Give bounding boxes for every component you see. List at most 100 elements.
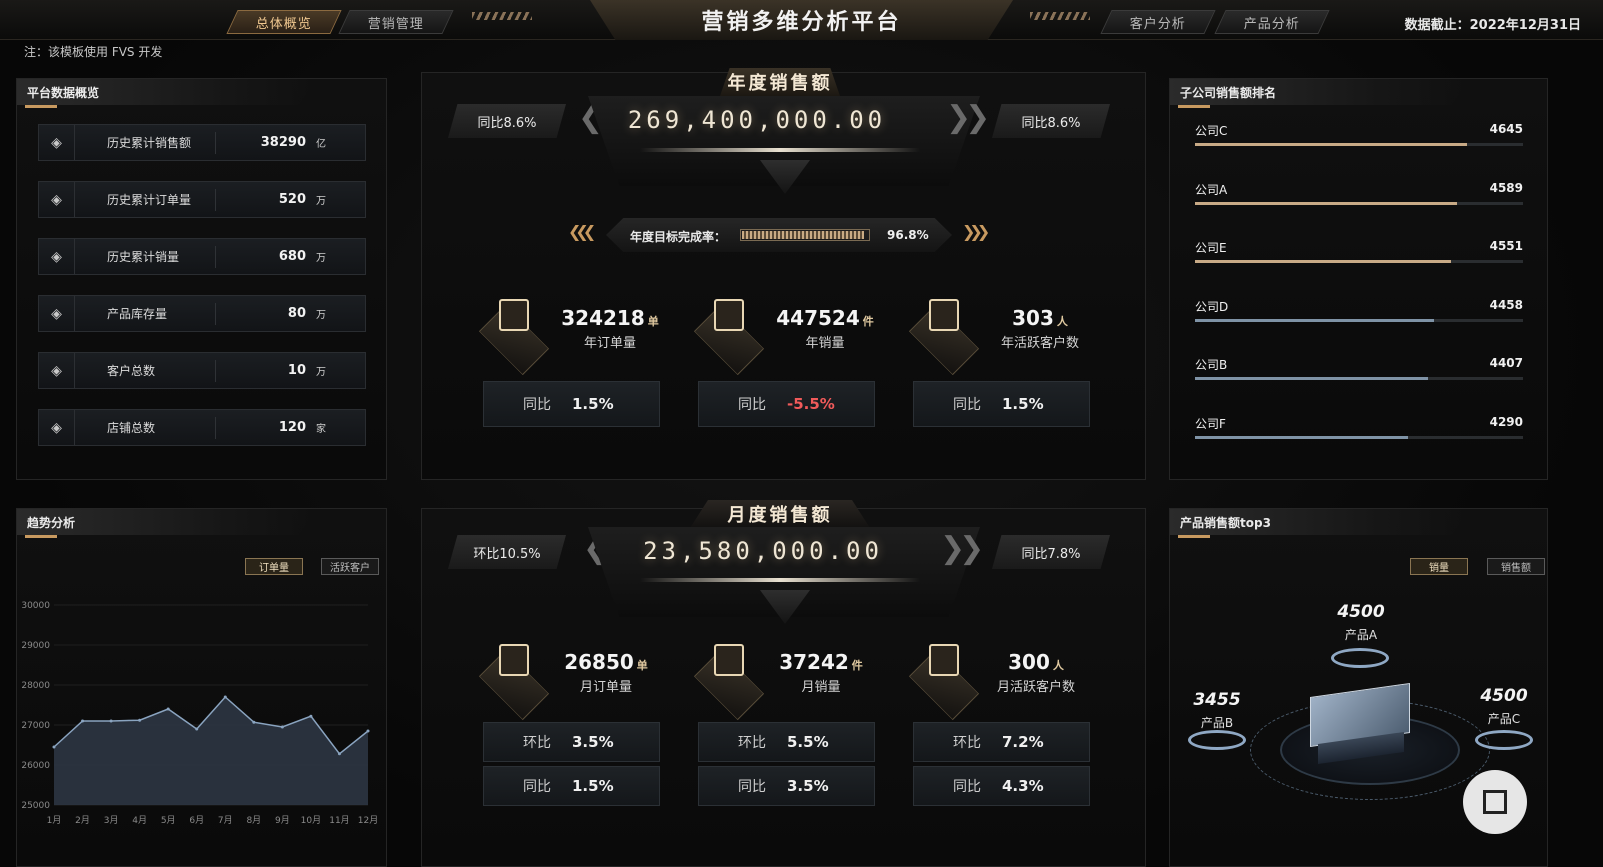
- yoy-value: 1.5%: [572, 777, 614, 795]
- annual-amount: 269,400,000.00: [627, 106, 887, 134]
- yoy-label: 同比: [738, 779, 766, 795]
- rank-value: 4645: [1489, 122, 1523, 136]
- kpi-label: 年活跃客户数: [1000, 336, 1079, 351]
- data-point: [252, 720, 256, 724]
- overview-value: 38290: [260, 135, 306, 150]
- kpi-block: 300 人 月活跃客户数: [975, 650, 1097, 695]
- orders-toggle-button[interactable]: 订单量: [245, 558, 303, 575]
- glow-line: [640, 578, 920, 582]
- monthly-title: 月度销售额: [727, 505, 833, 526]
- fullscreen-button[interactable]: [1463, 770, 1527, 834]
- product-b-name: 产品B: [1200, 716, 1234, 730]
- trend-chart: 30000 29000 28000 27000 26000 25000 1月 2月 3月 4月 5月…: [21, 601, 378, 826]
- product-b-value: 3455: [1193, 690, 1241, 710]
- sales-toggle-button[interactable]: 销售额: [1487, 558, 1545, 575]
- kpi-block: 324218 单 年订单量: [545, 306, 675, 351]
- kpi-mom: 环比 7.2%: [913, 722, 1090, 762]
- rank-bar: [1195, 377, 1428, 380]
- kpi-value: 324218: [561, 306, 645, 330]
- tab-overview[interactable]: 总体概览: [226, 10, 342, 34]
- overview-row: ◈ 产品库存量 80 万: [38, 295, 366, 332]
- overview-label: 历史累计订单量: [107, 193, 192, 207]
- kpi-compare: 同比 1.5%: [913, 381, 1090, 427]
- mom-label: 环比: [738, 735, 766, 751]
- mom-value: 3.5%: [572, 733, 614, 751]
- yoy-label: 同比: [953, 779, 981, 795]
- rank-item: 公司F 4290: [1195, 415, 1523, 439]
- rank-item: 公司A 4589: [1195, 181, 1523, 205]
- title-underline: [1178, 105, 1210, 108]
- rank-item: 公司E 4551: [1195, 239, 1523, 263]
- overview-value: 10: [287, 363, 306, 378]
- panel-title: 子公司销售额排名: [1170, 79, 1470, 105]
- chevron-right-icon: ❯❯: [946, 100, 990, 135]
- user-add-icon: [908, 295, 980, 376]
- mom-label: 环比: [523, 735, 551, 751]
- rank-name: 公司A: [1195, 182, 1228, 197]
- volume-toggle-button[interactable]: 销量: [1410, 558, 1468, 575]
- y-tick-label: 25000: [21, 801, 50, 811]
- data-point: [337, 752, 341, 756]
- date-value: 2022年12月31日: [1469, 18, 1581, 33]
- overview-label: 历史累计销量: [107, 250, 180, 264]
- rank-bar: [1195, 318, 1435, 322]
- title-underline: [25, 535, 57, 538]
- yoy-value: 3.5%: [787, 777, 829, 795]
- annual-title-box: 年度销售额: [720, 68, 840, 96]
- x-tick-label: 11月: [329, 815, 349, 826]
- rank-item: 公司C 4645: [1195, 122, 1523, 146]
- mom-value: 5.5%: [787, 733, 829, 751]
- annual-right-pill: 同比8.6%: [992, 104, 1110, 138]
- product-a-name: 产品A: [1344, 628, 1378, 642]
- y-tick-label: 27000: [21, 721, 50, 731]
- dev-note: 注：该模板使用 FVS 开发: [24, 45, 163, 59]
- active-customers-toggle-button[interactable]: 活跃客户: [321, 558, 379, 575]
- data-point: [366, 729, 370, 733]
- kpi-mom: 环比 5.5%: [698, 722, 875, 762]
- rank-name: 公司B: [1195, 358, 1228, 372]
- x-tick-label: 1月: [47, 815, 62, 826]
- target-label: 年度目标完成率：: [630, 230, 727, 244]
- kpi-block: 26850 单 月订单量: [545, 650, 667, 695]
- doc-icon: [478, 640, 550, 721]
- tab-customer[interactable]: 客户分析: [1100, 10, 1216, 34]
- overview-row: ◈ 历史累计销量 680 万: [38, 238, 366, 275]
- diamond-icon: ◈: [39, 239, 75, 274]
- product-a-value: 4500: [1337, 602, 1385, 622]
- yoy-label: 同比: [523, 779, 551, 795]
- kpi-label: 月订单量: [579, 680, 632, 695]
- fullscreen-icon: [1483, 790, 1507, 814]
- yoy-value: 4.3%: [1002, 777, 1044, 795]
- rank-item: 公司D 4458: [1195, 298, 1523, 322]
- rank-name: 公司D: [1195, 299, 1229, 314]
- rank-value: 4589: [1489, 180, 1523, 195]
- tab-label: 营销管理: [367, 16, 424, 32]
- kpi-yoy: 同比 4.3%: [913, 766, 1090, 806]
- overview-value: 120: [278, 420, 306, 435]
- title-text: 营销多维分析平台: [701, 10, 902, 35]
- kpi-label: 年订单量: [583, 336, 636, 351]
- monthly-left-pill: 环比10.5%: [448, 535, 566, 569]
- x-tick-label: 4月: [132, 815, 147, 826]
- kpi-unit: 人: [1056, 315, 1068, 328]
- tab-label: 总体概览: [255, 16, 312, 32]
- kpi-block: 303 人 年活跃客户数: [975, 306, 1105, 351]
- rank-track: [1195, 318, 1523, 322]
- kpi-yoy: 同比 3.5%: [698, 766, 875, 806]
- rank-track: [1195, 260, 1523, 263]
- overview-label: 历史累计销售额: [107, 136, 192, 150]
- annual-title: 年度销售额: [727, 73, 833, 94]
- panel-title: 平台数据概览: [17, 79, 317, 105]
- kpi-unit: 人: [1052, 659, 1064, 672]
- tab-marketing[interactable]: 营销管理: [338, 10, 454, 34]
- tab-product[interactable]: 产品分析: [1214, 10, 1330, 34]
- product-c-name: 产品C: [1487, 712, 1521, 726]
- panel-title: 产品销售额top3: [1170, 509, 1470, 535]
- kpi-value: 300: [1008, 650, 1050, 674]
- kpi-unit: 件: [851, 659, 863, 672]
- overview-unit: 万: [316, 196, 326, 207]
- rank-bar: [1195, 435, 1409, 439]
- y-tick-label: 30000: [21, 601, 50, 611]
- data-point: [280, 725, 284, 729]
- rank-track: [1195, 435, 1523, 439]
